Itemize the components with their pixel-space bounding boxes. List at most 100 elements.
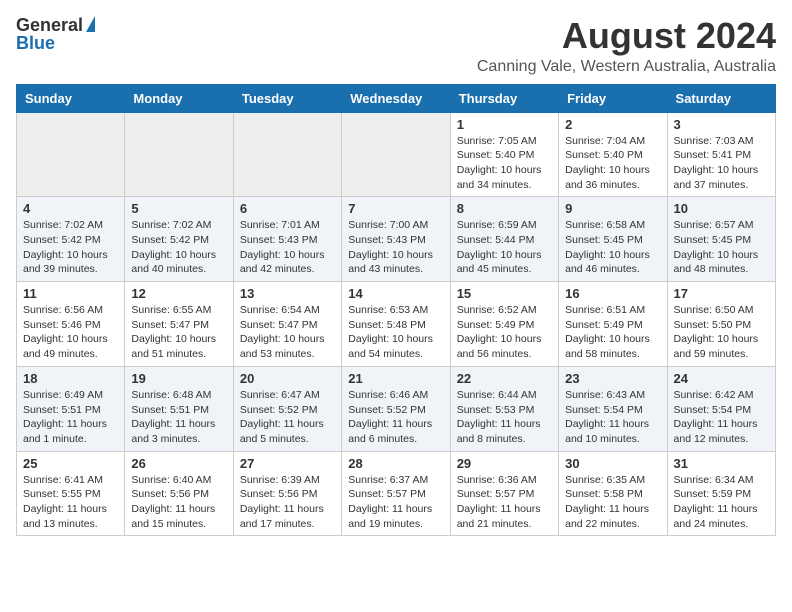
calendar-cell: 12 Sunrise: 6:55 AMSunset: 5:47 PMDayligh… [125,282,233,367]
day-number: 19 [131,371,226,386]
calendar-cell: 20 Sunrise: 6:47 AMSunset: 5:52 PMDayligh… [233,366,341,451]
day-number: 14 [348,286,443,301]
day-number: 28 [348,456,443,471]
calendar-cell: 9 Sunrise: 6:58 AMSunset: 5:45 PMDaylight… [559,197,667,282]
calendar-cell: 2Sunrise: 7:04 AMSunset: 5:40 PMDaylight… [559,112,667,197]
day-info: Sunrise: 6:50 AMSunset: 5:50 PMDaylight:… [674,303,769,362]
calendar-cell: 26 Sunrise: 6:40 AMSunset: 5:56 PMDayligh… [125,451,233,536]
calendar-week-row: 18 Sunrise: 6:49 AMSunset: 5:51 PMDayligh… [17,366,776,451]
day-info: Sunrise: 6:55 AMSunset: 5:47 PMDaylight:… [131,303,226,362]
day-info: Sunrise: 7:02 AMSunset: 5:42 PMDaylight:… [23,218,118,277]
calendar-cell: 23Sunrise: 6:43 AMSunset: 5:54 PMDayligh… [559,366,667,451]
day-info: Sunrise: 6:36 AMSunset: 5:57 PMDaylight:… [457,473,552,532]
day-number: 15 [457,286,552,301]
calendar-subtitle: Canning Vale, Western Australia, Austral… [477,58,776,76]
calendar-cell: 4 Sunrise: 7:02 AMSunset: 5:42 PMDaylight… [17,197,125,282]
col-header-friday: Friday [559,84,667,112]
day-info: Sunrise: 6:41 AMSunset: 5:55 PMDaylight:… [23,473,118,532]
day-number: 13 [240,286,335,301]
day-number: 23 [565,371,660,386]
calendar-cell: 25Sunrise: 6:41 AMSunset: 5:55 PMDayligh… [17,451,125,536]
day-info: Sunrise: 6:54 AMSunset: 5:47 PMDaylight:… [240,303,335,362]
day-info: Sunrise: 6:40 AMSunset: 5:56 PMDaylight:… [131,473,226,532]
calendar-cell: 21 Sunrise: 6:46 AMSunset: 5:52 PMDayligh… [342,366,450,451]
day-info: Sunrise: 6:35 AMSunset: 5:58 PMDaylight:… [565,473,660,532]
col-header-sunday: Sunday [17,84,125,112]
calendar-week-row: 1Sunrise: 7:05 AMSunset: 5:40 PMDaylight… [17,112,776,197]
day-info: Sunrise: 6:46 AMSunset: 5:52 PMDaylight:… [348,388,443,447]
day-info: Sunrise: 6:34 AMSunset: 5:59 PMDaylight:… [674,473,769,532]
day-info: Sunrise: 7:05 AMSunset: 5:40 PMDaylight:… [457,134,552,193]
day-info: Sunrise: 6:44 AMSunset: 5:53 PMDaylight:… [457,388,552,447]
calendar-week-row: 4 Sunrise: 7:02 AMSunset: 5:42 PMDaylight… [17,197,776,282]
day-info: Sunrise: 6:48 AMSunset: 5:51 PMDaylight:… [131,388,226,447]
day-info: Sunrise: 7:02 AMSunset: 5:42 PMDaylight:… [131,218,226,277]
page-header: General Blue August 2024 Canning Vale, W… [16,16,776,76]
calendar-cell: 6 Sunrise: 7:01 AMSunset: 5:43 PMDaylight… [233,197,341,282]
calendar-cell: 1Sunrise: 7:05 AMSunset: 5:40 PMDaylight… [450,112,558,197]
col-header-saturday: Saturday [667,84,775,112]
calendar-cell [17,112,125,197]
day-info: Sunrise: 6:47 AMSunset: 5:52 PMDaylight:… [240,388,335,447]
day-info: Sunrise: 6:42 AMSunset: 5:54 PMDaylight:… [674,388,769,447]
day-info: Sunrise: 7:00 AMSunset: 5:43 PMDaylight:… [348,218,443,277]
day-info: Sunrise: 7:01 AMSunset: 5:43 PMDaylight:… [240,218,335,277]
day-info: Sunrise: 6:52 AMSunset: 5:49 PMDaylight:… [457,303,552,362]
day-number: 29 [457,456,552,471]
calendar-cell: 10Sunrise: 6:57 AMSunset: 5:45 PMDayligh… [667,197,775,282]
day-info: Sunrise: 6:56 AMSunset: 5:46 PMDaylight:… [23,303,118,362]
day-number: 11 [23,286,118,301]
calendar-cell: 27 Sunrise: 6:39 AMSunset: 5:56 PMDayligh… [233,451,341,536]
calendar-cell [125,112,233,197]
col-header-tuesday: Tuesday [233,84,341,112]
day-number: 22 [457,371,552,386]
calendar-header-row: SundayMondayTuesdayWednesdayThursdayFrid… [17,84,776,112]
day-number: 26 [131,456,226,471]
calendar-cell: 31Sunrise: 6:34 AMSunset: 5:59 PMDayligh… [667,451,775,536]
calendar-cell: 13 Sunrise: 6:54 AMSunset: 5:47 PMDayligh… [233,282,341,367]
calendar-cell: 14 Sunrise: 6:53 AMSunset: 5:48 PMDayligh… [342,282,450,367]
calendar-cell: 5Sunrise: 7:02 AMSunset: 5:42 PMDaylight… [125,197,233,282]
day-number: 21 [348,371,443,386]
col-header-monday: Monday [125,84,233,112]
day-info: Sunrise: 6:58 AMSunset: 5:45 PMDaylight:… [565,218,660,277]
calendar-week-row: 25Sunrise: 6:41 AMSunset: 5:55 PMDayligh… [17,451,776,536]
day-info: Sunrise: 6:39 AMSunset: 5:56 PMDaylight:… [240,473,335,532]
calendar-cell: 18 Sunrise: 6:49 AMSunset: 5:51 PMDayligh… [17,366,125,451]
day-number: 12 [131,286,226,301]
day-number: 4 [23,201,118,216]
calendar-cell: 28Sunrise: 6:37 AMSunset: 5:57 PMDayligh… [342,451,450,536]
logo-general: General [16,16,83,34]
day-number: 9 [565,201,660,216]
calendar-cell: 7 Sunrise: 7:00 AMSunset: 5:43 PMDaylight… [342,197,450,282]
day-number: 20 [240,371,335,386]
day-number: 3 [674,117,769,132]
calendar-week-row: 11 Sunrise: 6:56 AMSunset: 5:46 PMDayligh… [17,282,776,367]
day-number: 6 [240,201,335,216]
day-number: 8 [457,201,552,216]
calendar-cell: 17 Sunrise: 6:50 AMSunset: 5:50 PMDayligh… [667,282,775,367]
day-number: 10 [674,201,769,216]
day-info: Sunrise: 6:53 AMSunset: 5:48 PMDaylight:… [348,303,443,362]
col-header-thursday: Thursday [450,84,558,112]
calendar-cell [342,112,450,197]
logo: General Blue [16,16,95,54]
day-number: 27 [240,456,335,471]
calendar-cell: 16 Sunrise: 6:51 AMSunset: 5:49 PMDayligh… [559,282,667,367]
day-number: 17 [674,286,769,301]
title-area: August 2024 Canning Vale, Western Austra… [477,16,776,76]
day-number: 16 [565,286,660,301]
day-info: Sunrise: 6:51 AMSunset: 5:49 PMDaylight:… [565,303,660,362]
calendar-cell: 29 Sunrise: 6:36 AMSunset: 5:57 PMDayligh… [450,451,558,536]
day-number: 18 [23,371,118,386]
calendar-cell: 15 Sunrise: 6:52 AMSunset: 5:49 PMDayligh… [450,282,558,367]
day-number: 7 [348,201,443,216]
day-info: Sunrise: 7:04 AMSunset: 5:40 PMDaylight:… [565,134,660,193]
logo-blue: Blue [16,33,55,53]
calendar-cell: 30 Sunrise: 6:35 AMSunset: 5:58 PMDayligh… [559,451,667,536]
day-info: Sunrise: 6:49 AMSunset: 5:51 PMDaylight:… [23,388,118,447]
logo-triangle-icon [86,16,95,32]
calendar-cell: 19 Sunrise: 6:48 AMSunset: 5:51 PMDayligh… [125,366,233,451]
day-info: Sunrise: 6:59 AMSunset: 5:44 PMDaylight:… [457,218,552,277]
day-number: 30 [565,456,660,471]
